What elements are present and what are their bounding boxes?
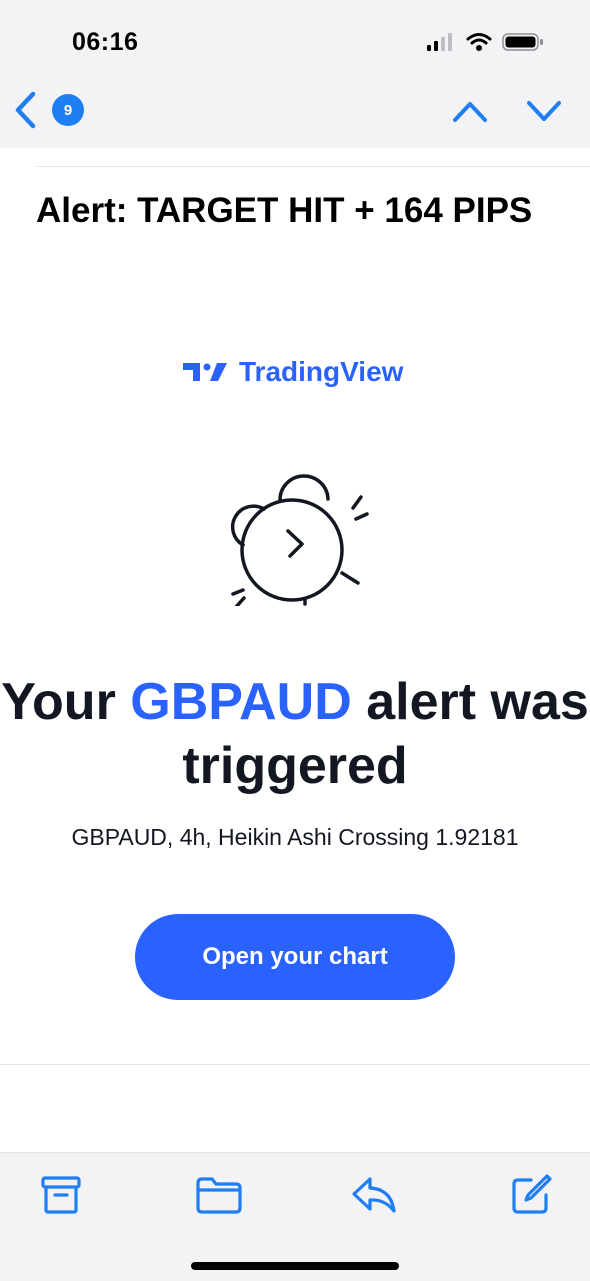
back-button[interactable]: 9 — [12, 90, 84, 130]
reply-icon[interactable] — [351, 1173, 397, 1217]
headline-prefix: Your — [1, 673, 116, 731]
status-bar: 06:16 — [0, 0, 590, 82]
compose-icon[interactable] — [509, 1173, 553, 1217]
status-icons — [426, 32, 544, 52]
tradingview-logo[interactable]: TradingView — [183, 356, 403, 388]
brand-name: TradingView — [239, 356, 404, 387]
home-indicator — [191, 1262, 399, 1270]
divider — [36, 166, 590, 167]
mail-nav-bar: 9 — [0, 82, 590, 149]
unread-count-badge: 9 — [52, 94, 84, 126]
tradingview-logo-icon — [183, 363, 227, 381]
open-chart-button[interactable]: Open your chart — [135, 914, 455, 1000]
alert-detail: GBPAUD, 4h, Heikin Ashi Crossing 1.92181 — [71, 824, 519, 850]
battery-icon — [502, 33, 543, 51]
next-message-icon[interactable] — [526, 98, 562, 124]
email-body: Alert: TARGET HIT + 164 PIPS TradingView… — [0, 148, 590, 1152]
message-navigation — [452, 98, 562, 124]
archive-icon[interactable] — [39, 1173, 83, 1217]
cellular-signal-icon — [427, 33, 452, 51]
email-subject: Alert: TARGET HIT + 164 PIPS — [36, 191, 533, 230]
previous-message-icon[interactable] — [452, 98, 488, 124]
back-chevron-icon — [15, 91, 36, 129]
wifi-icon — [466, 33, 492, 51]
alarm-clock-icon — [230, 474, 369, 606]
divider — [0, 1064, 590, 1065]
status-time: 06:16 — [72, 28, 139, 56]
folder-icon[interactable] — [195, 1173, 243, 1217]
alert-headline: Your GBPAUD alert was triggered — [0, 670, 590, 798]
headline-symbol: GBPAUD — [130, 673, 352, 731]
